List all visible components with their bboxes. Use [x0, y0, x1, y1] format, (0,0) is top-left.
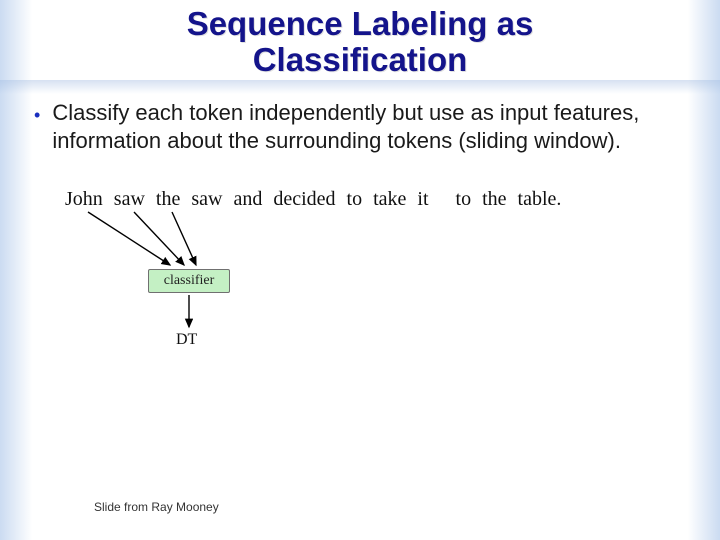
- arrows-svg: [0, 188, 720, 418]
- token: saw: [191, 188, 222, 211]
- token: and: [233, 188, 262, 211]
- sliding-window-diagram: John saw the saw and decided to take it …: [0, 188, 720, 418]
- bullet-dot-icon: •: [34, 99, 40, 129]
- token-row: John saw the saw and decided to take it …: [65, 188, 561, 211]
- token: table.: [518, 188, 562, 211]
- token: John: [65, 188, 103, 211]
- arrow-in-mid: [134, 212, 184, 265]
- classifier-box: classifier: [148, 269, 230, 293]
- bullet-text: Classify each token independently but us…: [52, 99, 686, 154]
- bullet-item: • Classify each token independently but …: [34, 99, 686, 154]
- arrow-in-right: [172, 212, 196, 265]
- token: decided: [273, 188, 335, 211]
- token: to: [456, 188, 472, 211]
- token: the: [482, 188, 506, 211]
- token: saw: [114, 188, 145, 211]
- token: to: [347, 188, 363, 211]
- token: take: [373, 188, 406, 211]
- bullet-list: • Classify each token independently but …: [0, 77, 720, 154]
- token: the: [156, 188, 180, 211]
- classifier-label: classifier: [164, 273, 215, 289]
- title-line-2: Classification: [253, 41, 468, 78]
- arrow-in-left: [88, 212, 170, 265]
- title-line-1: Sequence Labeling as: [187, 5, 534, 42]
- output-tag: DT: [176, 331, 197, 349]
- token: it: [417, 188, 428, 211]
- slide-title: Sequence Labeling as Classification: [0, 0, 720, 77]
- slide-credit: Slide from Ray Mooney: [94, 500, 219, 514]
